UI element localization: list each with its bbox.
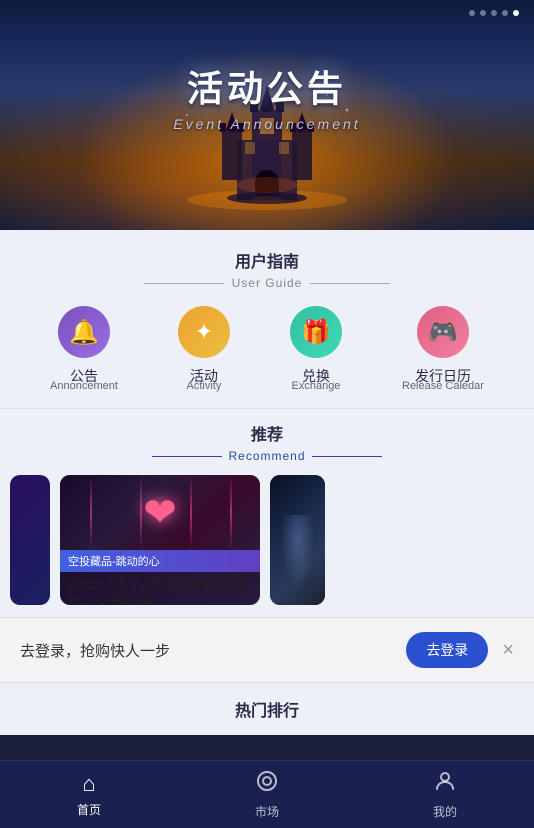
recommend-line-left (152, 456, 222, 457)
dot-2 (480, 10, 486, 16)
user-guide-header: 用户指南 User Guide (20, 248, 514, 290)
nav-item-profile[interactable]: 我的 (356, 769, 534, 820)
announcement-icon-circle: 🔔 (58, 306, 110, 358)
profile-icon (433, 769, 457, 799)
card-main-nft[interactable]: 空投藏品-跳动的心 这是一个关于人类抵达新世界的传物，人们努力向 (60, 475, 260, 605)
nav-item-home[interactable]: ⌂ 首页 (0, 771, 178, 818)
release-label-en: Release Caledar (402, 380, 484, 392)
recommend-section: 推荐 Recommend (0, 408, 534, 617)
hero-title-cn: 活动公告 (0, 60, 534, 112)
release-labels: 发行日历 Release Caledar (402, 366, 484, 392)
login-prompt-text: 去登录，抢购快人一步 (20, 640, 170, 661)
exchange-icon: 🎁 (301, 318, 331, 347)
nft-heart-image (60, 475, 260, 550)
exchange-icon-circle: 🎁 (290, 306, 342, 358)
hot-rankings-section: 热门排行 (0, 683, 534, 735)
market-label: 市场 (255, 803, 279, 820)
nav-item-market[interactable]: 市场 (178, 769, 356, 820)
home-icon: ⌂ (82, 771, 95, 797)
activity-label-en: Activity (187, 380, 222, 392)
profile-label: 我的 (433, 803, 457, 820)
activity-labels: 活动 Activity (187, 366, 222, 392)
user-guide-title-cn: 用户指南 (20, 248, 514, 272)
market-icon (255, 769, 279, 799)
card-right-partial[interactable] (270, 475, 325, 605)
dot-5-active (513, 10, 519, 16)
announcement-labels: 公告 Annoncement (50, 366, 118, 392)
card-partial-left[interactable] (10, 475, 50, 605)
card-tag: 空投藏品-跳动的心 (60, 550, 260, 572)
release-icon: 🎮 (428, 318, 458, 347)
hero-text: 活动公告 Event Announcement (0, 60, 534, 132)
user-guide-title-en: User Guide (232, 276, 303, 290)
activity-icon: ✦ (195, 319, 213, 345)
login-banner: 去登录，抢购快人一步 去登录 × (0, 617, 534, 683)
divider-left (144, 283, 224, 284)
hero-title-en: Event Announcement (0, 116, 534, 132)
recommend-header: 推荐 Recommend (0, 421, 534, 463)
user-guide-divider: User Guide (20, 276, 514, 290)
dot-4 (502, 10, 508, 16)
guide-icons-row: 🔔 公告 Annoncement ✦ 活动 Activity (20, 306, 514, 392)
guide-item-release[interactable]: 🎮 发行日历 Release Caledar (402, 306, 484, 392)
announcement-label-en: Annoncement (50, 380, 118, 392)
dot-3 (491, 10, 497, 16)
activity-icon-circle: ✦ (178, 306, 230, 358)
scroll-content[interactable]: 活动公告 Event Announcement 用户指南 User Guide (0, 0, 534, 760)
exchange-labels: 兑换 Exchange (292, 366, 341, 392)
home-label: 首页 (77, 801, 101, 818)
recommend-title-en: Recommend (228, 449, 305, 463)
announcement-icon: 🔔 (69, 318, 99, 347)
bottom-nav-spacer (0, 735, 534, 760)
release-icon-circle: 🎮 (417, 306, 469, 358)
recommend-title-cn: 推荐 (20, 421, 514, 445)
hero-banner: 活动公告 Event Announcement (0, 0, 534, 230)
recommend-divider: Recommend (20, 449, 514, 463)
neon-lines (60, 475, 260, 550)
guide-item-announcement[interactable]: 🔔 公告 Annoncement (50, 306, 118, 392)
login-button[interactable]: 去登录 (406, 632, 488, 668)
guide-item-activity[interactable]: ✦ 活动 Activity (178, 306, 230, 392)
dots-indicator (469, 10, 519, 16)
login-actions: 去登录 × (406, 632, 514, 668)
hot-rankings-title: 热门排行 (0, 697, 534, 721)
guide-item-exchange[interactable]: 🎁 兑换 Exchange (290, 306, 342, 392)
close-banner-button[interactable]: × (502, 640, 514, 660)
exchange-label-en: Exchange (292, 380, 341, 392)
card-image-area: 空投藏品-跳动的心 这是一个关于人类抵达新世界的传物，人们努力向 (60, 475, 260, 605)
cards-scroll-area[interactable]: 空投藏品-跳动的心 这是一个关于人类抵达新世界的传物，人们努力向 (0, 475, 534, 617)
recommend-line-right (312, 456, 382, 457)
card-desc: 这是一个关于人类抵达新世界的传物，人们努力向 (60, 572, 260, 605)
bottom-nav: ⌂ 首页 市场 我的 (0, 760, 534, 828)
user-guide-section: 用户指南 User Guide 🔔 公告 Annoncement (0, 230, 534, 408)
dot-1 (469, 10, 475, 16)
divider-right (310, 283, 390, 284)
